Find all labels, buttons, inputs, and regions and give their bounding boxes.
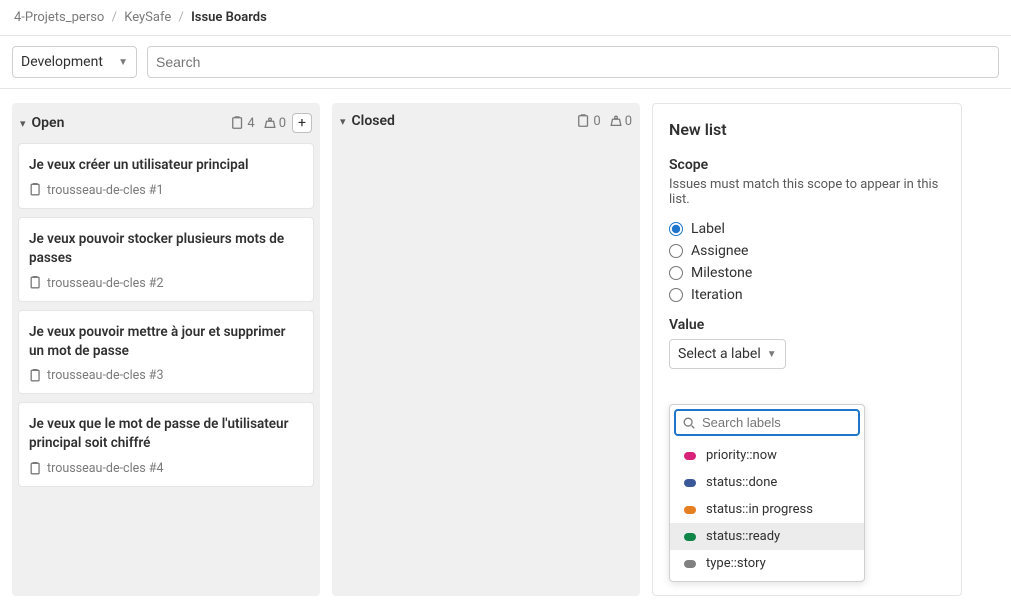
card-title: Je veux pouvoir mettre à jour et supprim… [29, 323, 303, 361]
radio-text: Label [691, 221, 725, 237]
issue-count: 0 [593, 114, 600, 129]
scope-label: Scope [669, 157, 945, 173]
new-list-heading: New list [669, 120, 945, 139]
card-ref: trousseau-de-cles #4 [47, 461, 164, 476]
chevron-down-icon: ▼ [767, 349, 777, 360]
weight-count: 0 [279, 116, 286, 131]
label-search-wrapper[interactable] [674, 409, 860, 436]
card-meta: trousseau-de-cles #2 [29, 276, 303, 291]
label-option-text: priority::now [706, 448, 777, 463]
label-option-text: type::story [706, 556, 766, 571]
column-open: ▾ Open 4 0 + Je veux créer un utilisateu… [12, 103, 320, 596]
label-color-swatch [684, 533, 696, 541]
weight-icon [609, 114, 623, 128]
column-header: ▾ Open 4 0 + [12, 103, 320, 143]
search-input[interactable] [156, 54, 990, 70]
breadcrumb-item[interactable]: KeySafe [124, 10, 171, 25]
radio-text: Milestone [691, 265, 752, 281]
scope-radio-milestone[interactable]: Milestone [669, 265, 945, 281]
scope-radio-assignee[interactable]: Assignee [669, 243, 945, 259]
column-title: Closed [352, 113, 578, 129]
label-option-text: status::ready [706, 529, 780, 544]
breadcrumb-separator: / [178, 10, 183, 25]
search-field-wrapper[interactable] [147, 46, 999, 78]
column-title: Open [32, 115, 232, 131]
issue-card[interactable]: Je veux pouvoir stocker plusieurs mots d… [18, 217, 314, 302]
scope-description: Issues must match this scope to appear i… [669, 177, 945, 207]
label-color-swatch [684, 479, 696, 487]
label-option[interactable]: status::ready [670, 523, 864, 550]
weight-icon [263, 116, 277, 130]
column-header: ▾ Closed 0 0 [332, 103, 640, 139]
chevron-down-icon: ▼ [118, 57, 128, 68]
issue-card[interactable]: Je veux créer un utilisateur principal t… [18, 143, 314, 209]
issue-icon [29, 462, 43, 476]
label-dropdown: priority::nowstatus::donestatus::in prog… [669, 404, 865, 582]
board-selector-label: Development [21, 54, 103, 70]
label-color-swatch [684, 560, 696, 568]
scope-radio-iteration-input[interactable] [669, 288, 683, 302]
column-closed: ▾ Closed 0 0 [332, 103, 640, 596]
new-list-panel: New list Scope Issues must match this sc… [652, 103, 962, 596]
label-option[interactable]: status::in progress [670, 496, 864, 523]
card-ref: trousseau-de-cles #2 [47, 276, 164, 291]
radio-text: Assignee [691, 243, 748, 259]
card-list: Je veux créer un utilisateur principal t… [12, 143, 320, 493]
label-option[interactable]: status::done [670, 469, 864, 496]
label-option[interactable]: priority::now [670, 442, 864, 469]
issue-icon [29, 276, 43, 290]
scope-radio-label[interactable]: Label [669, 221, 945, 237]
add-issue-button[interactable]: + [292, 113, 312, 133]
weight-count: 0 [625, 114, 632, 129]
breadcrumb-item[interactable]: 4-Projets_perso [14, 10, 104, 25]
chevron-down-icon[interactable]: ▾ [20, 117, 26, 130]
issue-card[interactable]: Je veux que le mot de passe de l'utilisa… [18, 402, 314, 487]
card-ref: trousseau-de-cles #3 [47, 368, 164, 383]
card-title: Je veux pouvoir stocker plusieurs mots d… [29, 230, 303, 268]
card-ref: trousseau-de-cles #1 [47, 183, 164, 198]
column-counts: 0 0 [577, 114, 632, 129]
label-search-input[interactable] [702, 415, 852, 430]
label-options-list: priority::nowstatus::donestatus::in prog… [670, 440, 864, 581]
search-icon [682, 416, 696, 430]
value-label: Value [669, 317, 945, 333]
column-counts: 4 0 [231, 116, 286, 131]
breadcrumb: 4-Projets_perso / KeySafe / Issue Boards [0, 0, 1011, 36]
issue-icon [29, 183, 43, 197]
card-title: Je veux que le mot de passe de l'utilisa… [29, 415, 303, 453]
card-meta: trousseau-de-cles #3 [29, 368, 303, 383]
board-area: ▾ Open 4 0 + Je veux créer un utilisateu… [0, 89, 1011, 610]
scope-radio-iteration[interactable]: Iteration [669, 287, 945, 303]
issue-count: 4 [247, 116, 254, 131]
select-label-text: Select a label [678, 346, 761, 362]
chevron-down-icon[interactable]: ▾ [340, 115, 346, 128]
issues-icon [231, 116, 245, 130]
label-color-swatch [684, 506, 696, 514]
select-label-button[interactable]: Select a label ▼ [669, 339, 786, 369]
issue-card[interactable]: Je veux pouvoir mettre à jour et supprim… [18, 310, 314, 395]
scope-radio-assignee-input[interactable] [669, 244, 683, 258]
label-option-text: status::in progress [706, 502, 813, 517]
radio-text: Iteration [691, 287, 743, 303]
scope-radio-milestone-input[interactable] [669, 266, 683, 280]
board-selector[interactable]: Development ▼ [12, 46, 137, 78]
label-color-swatch [684, 452, 696, 460]
card-meta: trousseau-de-cles #4 [29, 461, 303, 476]
issue-icon [29, 369, 43, 383]
breadcrumb-separator: / [112, 10, 117, 25]
board-toolbar: Development ▼ [0, 36, 1011, 89]
scope-radio-label-input[interactable] [669, 222, 683, 236]
label-option-text: status::done [706, 475, 777, 490]
issues-icon [577, 114, 591, 128]
card-meta: trousseau-de-cles #1 [29, 183, 303, 198]
label-option[interactable]: type::story [670, 550, 864, 577]
card-title: Je veux créer un utilisateur principal [29, 156, 303, 175]
breadcrumb-current: Issue Boards [191, 10, 267, 25]
